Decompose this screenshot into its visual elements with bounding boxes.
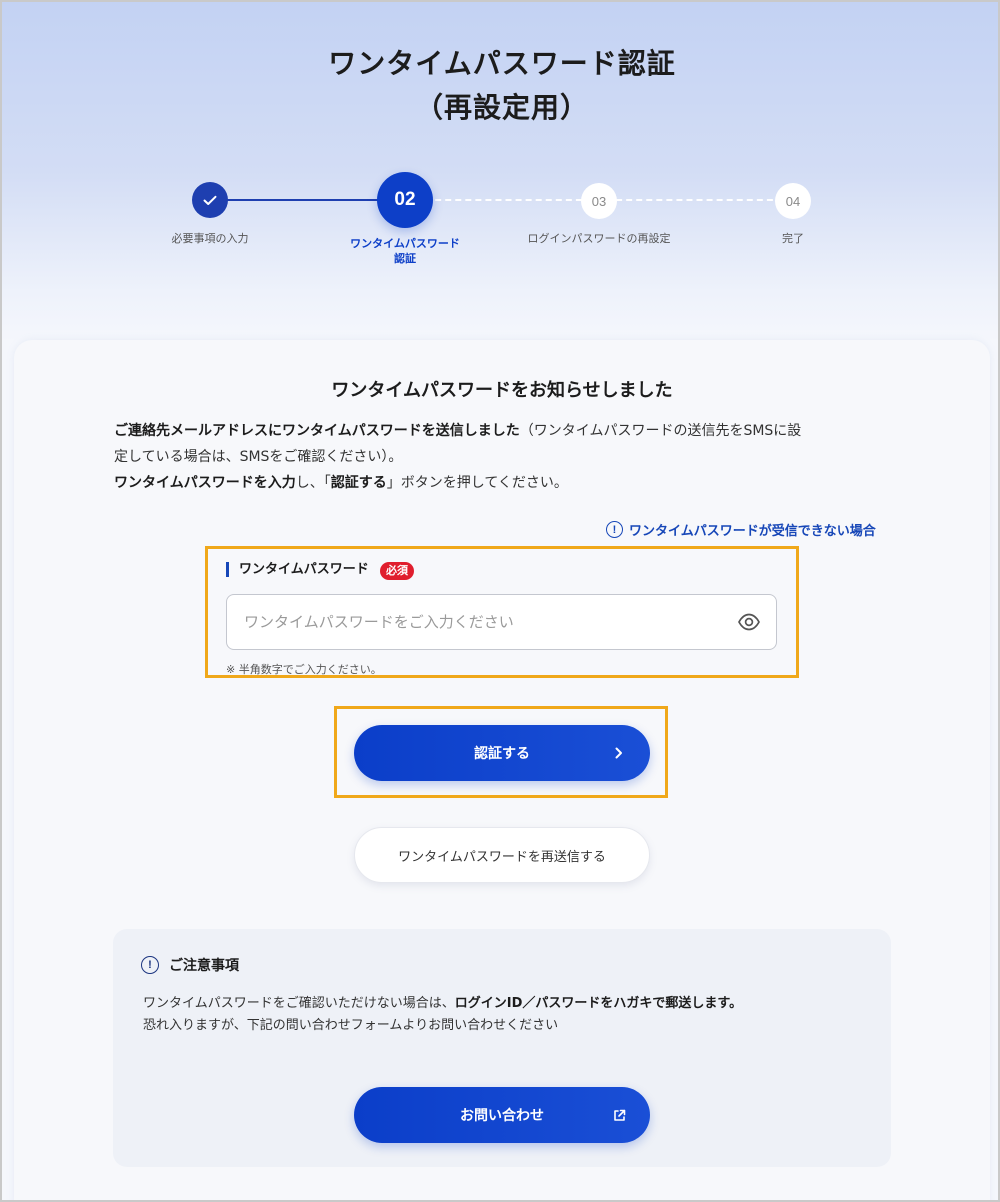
step-2-label: ワンタイムパスワード 認証	[305, 236, 505, 266]
instructions-line3-mid: し、「	[295, 475, 331, 491]
page-title-line2: （再設定用）	[414, 91, 589, 124]
notice-text: ワンタイムパスワードをご確認いただけない場合は、ログインID／パスワードをハガキ…	[143, 993, 863, 1037]
authenticate-button-label: 認証する	[474, 746, 530, 762]
step-4-circle: 04	[775, 183, 811, 219]
otp-not-received-label: ワンタイムパスワードが受信できない場合	[629, 524, 876, 539]
contact-button[interactable]: お問い合わせ	[354, 1087, 650, 1143]
otp-hint: ※ 半角数字でご入力ください。	[226, 663, 382, 676]
main-card: ワンタイムパスワードをお知らせしました ご連絡先メールアドレスにワンタイムパスワ…	[14, 340, 990, 1200]
step-1-circle	[192, 182, 228, 218]
step-3-label: ログインパスワードの再設定	[527, 232, 671, 245]
otp-not-received-link[interactable]: ! ワンタイムパスワードが受信できない場合	[606, 520, 876, 539]
instructions-line3-bold-b: 認証する	[330, 475, 387, 491]
otp-input[interactable]	[226, 594, 777, 650]
notice-info-icon: !	[141, 956, 159, 974]
otp-field-label: ワンタイムパスワード	[226, 562, 369, 577]
instructions-line1: ご連絡先メールアドレスにワンタイムパスワードを送信しました（ワンタイムパスワード…	[114, 418, 894, 444]
step-2-label-line1: ワンタイムパスワード	[350, 237, 460, 250]
info-icon: !	[606, 521, 623, 538]
notice-line1: ワンタイムパスワードをご確認いただけない場合は、ログインID／パスワードをハガキ…	[143, 993, 863, 1015]
step-1-label: 必要事項の入力	[171, 232, 249, 245]
page-frame: ワンタイムパスワード認証 （再設定用） 必要事項の入力 02 ワンタイムパスワー…	[0, 0, 1000, 1202]
contact-button-label: お問い合わせ	[460, 1108, 544, 1124]
instructions-line1-rest: （ワンタイムパスワードの送信先をSMSに設	[519, 423, 802, 439]
notice-line1-a: ワンタイムパスワードをご確認いただけない場合は、	[143, 996, 455, 1011]
resend-otp-button[interactable]: ワンタイムパスワードを再送信する	[354, 827, 650, 883]
card-title: ワンタイムパスワードをお知らせしました	[331, 380, 673, 401]
required-badge: 必須	[380, 562, 414, 580]
authenticate-button[interactable]: 認証する	[354, 725, 650, 781]
notice-line2: 恐れ入りますが、下記の問い合わせフォームよりお問い合わせください	[143, 1018, 559, 1033]
page-title: ワンタイムパスワード認証 （再設定用）	[2, 42, 998, 130]
instructions-line2: 定している場合は、SMSをご確認ください）。	[114, 449, 403, 465]
progress-stepper: 必要事項の入力 02 ワンタイムパスワード 認証 03 ログインパスワードの再設…	[2, 170, 998, 270]
instructions-line3-bold-a: ワンタイムパスワードを入力	[114, 475, 296, 491]
step-3-circle: 03	[581, 183, 617, 219]
check-icon	[203, 195, 217, 205]
stepper-line-completed	[210, 199, 405, 201]
notice-title-text: ご注意事項	[169, 958, 239, 974]
step-4-label: 完了	[782, 232, 804, 245]
notice-title: ! ご注意事項	[141, 955, 239, 975]
instructions-line3: ワンタイムパスワードを入力し、「認証する」ボタンを押してください。	[114, 470, 894, 496]
page-title-line1: ワンタイムパスワード認証	[328, 47, 676, 80]
instructions-text: ご連絡先メールアドレスにワンタイムパスワードを送信しました（ワンタイムパスワード…	[114, 418, 894, 496]
chevron-right-icon	[610, 743, 628, 763]
step-2-circle: 02	[377, 172, 433, 228]
instructions-line3-rest: 」ボタンを押してください。	[386, 475, 568, 491]
notice-line1-bold: ログインID／パスワードをハガキで郵送します。	[454, 996, 743, 1011]
external-link-icon	[610, 1105, 628, 1125]
eye-icon[interactable]	[737, 611, 761, 633]
step-2-label-line2: 認証	[394, 252, 416, 265]
instructions-line1-bold: ご連絡先メールアドレスにワンタイムパスワードを送信しました	[114, 423, 520, 439]
